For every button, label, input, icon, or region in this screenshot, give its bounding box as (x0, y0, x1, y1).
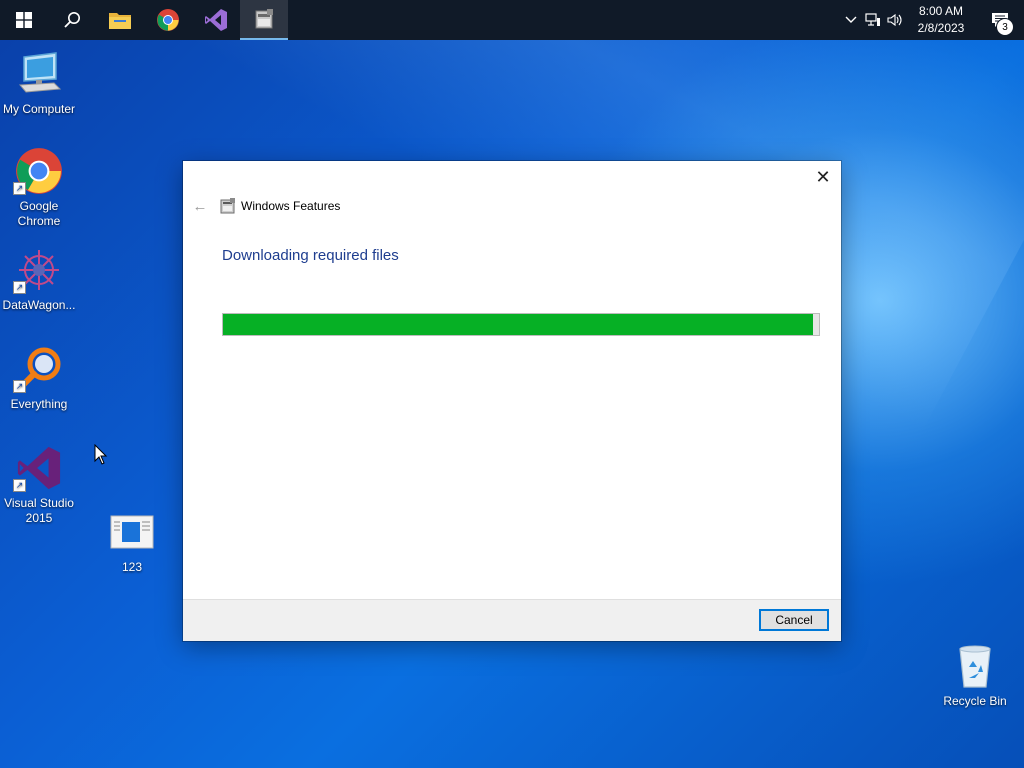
shortcut-arrow-icon: ↗ (13, 182, 26, 195)
close-button[interactable]: ✕ (811, 165, 835, 189)
taskbar-windows-features[interactable] (240, 0, 288, 40)
taskbar-file-explorer[interactable] (96, 0, 144, 40)
windows-features-icon (220, 198, 235, 214)
mouse-cursor-icon (94, 444, 108, 465)
search-icon (64, 12, 80, 28)
chevron-up-icon[interactable] (840, 0, 862, 40)
windows-features-dialog: ✕ ← Windows Features Downloading require… (183, 161, 841, 641)
desktop-icon-everything[interactable]: ↗ Everything (1, 343, 77, 412)
desktop-icon-label: Everything (10, 397, 68, 411)
chrome-icon (157, 9, 179, 31)
arrow-left-icon: ← (192, 197, 208, 215)
computer-icon (18, 52, 62, 93)
dialog-footer: Cancel (183, 599, 841, 641)
clock-time: 8:00 AM (918, 4, 964, 18)
desktop-icon-datawagon[interactable]: ↗ DataWagon... (1, 244, 77, 313)
download-progress-bar (222, 313, 820, 336)
document-icon (110, 515, 154, 549)
desktop-icon-123[interactable]: 123 (94, 506, 170, 575)
desktop: 8:00 AM 2/8/2023 3 My Computer ↗ Google … (0, 0, 1024, 768)
search-button[interactable] (48, 0, 96, 40)
windows-features-icon (255, 9, 273, 29)
volume-icon[interactable] (884, 0, 906, 40)
dialog-heading: Downloading required files (222, 247, 399, 264)
shortcut-arrow-icon: ↗ (13, 479, 26, 492)
clock-date: 2/8/2023 (917, 21, 965, 35)
system-tray: 8:00 AM 2/8/2023 3 (840, 0, 1024, 40)
desktop-icon-google-chrome[interactable]: ↗ Google Chrome (1, 145, 77, 229)
network-icon[interactable] (862, 0, 884, 40)
desktop-icon-recycle-bin[interactable]: Recycle Bin (937, 640, 1013, 709)
close-icon: ✕ (815, 166, 831, 187)
clock[interactable]: 8:00 AM 2/8/2023 (906, 0, 976, 40)
cancel-button[interactable]: Cancel (759, 609, 829, 631)
action-center-button[interactable]: 3 (976, 0, 1024, 40)
desktop-icon-label: Visual Studio 2015 (4, 496, 74, 525)
start-button[interactable] (0, 0, 48, 40)
desktop-icon-my-computer[interactable]: My Computer (1, 48, 77, 117)
desktop-icon-label: DataWagon... (2, 298, 76, 312)
desktop-icon-label: Recycle Bin (943, 694, 1007, 708)
taskbar: 8:00 AM 2/8/2023 3 (0, 0, 1024, 40)
dialog-title: Windows Features (241, 199, 341, 213)
dialog-title-row: Windows Features (220, 198, 340, 214)
shortcut-arrow-icon: ↗ (13, 281, 26, 294)
back-button[interactable]: ← (191, 197, 209, 215)
desktop-icon-label: Google Chrome (17, 199, 61, 228)
taskbar-chrome[interactable] (144, 0, 192, 40)
folder-icon (109, 13, 131, 29)
desktop-icon-visual-studio[interactable]: ↗ Visual Studio 2015 (1, 442, 77, 526)
desktop-icon-label: My Computer (2, 102, 76, 116)
visual-studio-icon (205, 9, 227, 31)
shortcut-arrow-icon: ↗ (13, 380, 26, 393)
notification-count-badge: 3 (996, 18, 1014, 36)
desktop-icon-label: 123 (121, 560, 143, 574)
progress-fill (223, 314, 814, 335)
recycle-bin-icon (959, 645, 991, 688)
windows-logo-icon (16, 12, 32, 28)
taskbar-visual-studio[interactable] (192, 0, 240, 40)
